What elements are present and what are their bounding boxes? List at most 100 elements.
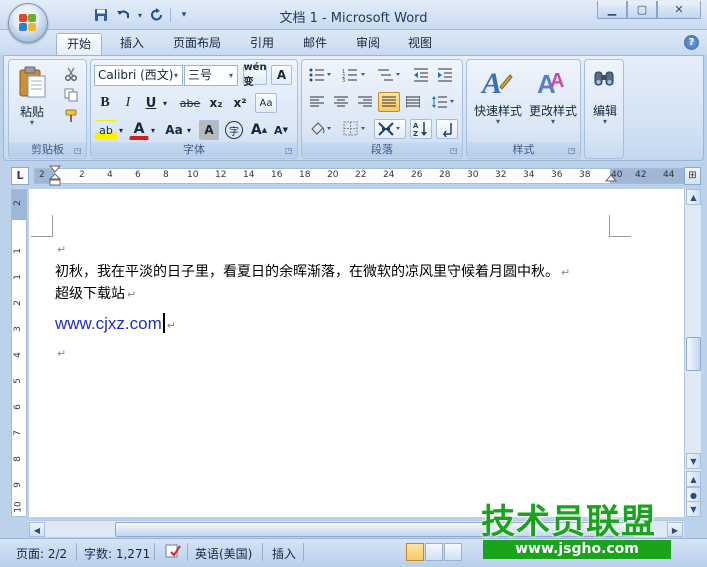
close-button[interactable]: ✕ (657, 1, 701, 19)
italic-button[interactable]: I (118, 93, 138, 113)
tab-review[interactable]: 审阅 (346, 33, 390, 55)
font-size-combo[interactable]: 三号 ▾ (184, 65, 238, 86)
tab-references[interactable]: 引用 (240, 33, 284, 55)
vertical-ruler[interactable]: 2 1 1 2 3 4 5 6 7 8 9 10 (11, 189, 27, 517)
tab-page-layout[interactable]: 页面布局 (163, 33, 231, 55)
shrink-font-button[interactable]: A ▼ (271, 120, 291, 140)
clear-formatting-button[interactable]: Aa (255, 93, 277, 113)
tab-selector-button[interactable]: L (11, 167, 29, 185)
paragraph-empty-1[interactable]: ↵ (55, 241, 66, 257)
paragraph-3[interactable]: www.cjxz.com ↵ (55, 313, 176, 334)
minimize-button[interactable]: ▁ (597, 1, 627, 19)
font-color-button[interactable]: A (129, 120, 149, 140)
paste-icon[interactable] (15, 63, 49, 101)
increase-indent-icon[interactable] (434, 65, 456, 85)
grow-font-button[interactable]: A ▲ (249, 120, 269, 140)
numbering-icon[interactable]: 123 (339, 65, 371, 85)
quick-styles-icon[interactable]: A (479, 64, 515, 100)
language-status[interactable]: 英语(美国) (195, 545, 252, 562)
vruler-number: 2 (12, 200, 23, 206)
align-right-icon[interactable] (354, 92, 376, 112)
indent-markers-icon[interactable] (49, 165, 61, 187)
bullets-icon[interactable] (306, 65, 336, 85)
print-layout-view-icon[interactable] (406, 543, 424, 561)
subscript-button[interactable]: x₂ (205, 93, 227, 113)
ruler-number: 20 (327, 170, 339, 180)
cut-icon[interactable] (61, 64, 81, 84)
watermark-url: www.jsgho.com (483, 540, 671, 559)
enclose-characters-button[interactable]: 字 (223, 120, 245, 140)
change-styles-dropdown-icon[interactable]: ▾ (525, 117, 581, 126)
paragraph-1[interactable]: 初秋，我在平淡的日子里，看夏日的余晖渐落，在微软的凉风里守候着月圆中秋。 ↵ (55, 261, 570, 281)
full-screen-reading-view-icon[interactable] (425, 543, 443, 561)
previous-page-icon[interactable]: ▲ (686, 471, 701, 487)
distributed-icon[interactable] (402, 92, 424, 112)
font-name-dropdown-icon[interactable]: ▾ (170, 66, 182, 85)
tab-insert[interactable]: 插入 (110, 33, 154, 55)
paragraph-2[interactable]: 超级下载站 ↵ (55, 283, 136, 303)
horizontal-ruler[interactable]: 2 2 4 6 8 10 12 14 16 18 20 22 24 26 28 … (34, 165, 684, 187)
paragraph-empty-2[interactable]: ↵ (55, 345, 66, 361)
chinese-layout-icon[interactable] (374, 119, 406, 139)
ruler-number: 12 (215, 170, 227, 180)
help-icon[interactable]: ? (684, 35, 699, 50)
web-layout-view-icon[interactable] (444, 543, 462, 561)
maximize-button[interactable]: ▢ (627, 1, 657, 19)
scroll-left-icon[interactable]: ◀ (29, 522, 45, 537)
show-hide-marks-icon[interactable] (436, 119, 458, 139)
tab-mailings[interactable]: 邮件 (293, 33, 337, 55)
align-left-icon[interactable] (306, 92, 328, 112)
document-page[interactable]: ↵ 初秋，我在平淡的日子里，看夏日的余晖渐落，在微软的凉风里守候着月圆中秋。 ↵ … (29, 189, 684, 517)
tab-view[interactable]: 视图 (398, 33, 442, 55)
styles-group-label: 样式 (467, 142, 580, 157)
paste-dropdown-icon[interactable]: ▾ (13, 118, 51, 127)
vertical-scrollbar[interactable]: ▲ ▼ ▲ ● ▼ (684, 189, 701, 517)
sort-icon[interactable]: AZ (410, 119, 432, 139)
change-case-dropdown-icon[interactable]: ▾ (185, 120, 193, 140)
insert-mode-status[interactable]: 插入 (272, 545, 296, 562)
vertical-scroll-thumb[interactable] (686, 337, 701, 371)
proofing-icon[interactable] (164, 542, 182, 563)
scroll-up-icon[interactable]: ▲ (686, 189, 701, 205)
tab-home[interactable]: 开始 (56, 33, 103, 55)
underline-dropdown-icon[interactable]: ▾ (161, 93, 169, 113)
scroll-down-icon[interactable]: ▼ (686, 453, 701, 469)
copy-icon[interactable] (61, 85, 81, 105)
change-case-button[interactable]: Aa (163, 120, 185, 140)
highlight-button[interactable]: ab (95, 120, 117, 140)
borders-icon[interactable] (340, 119, 370, 139)
change-styles-icon[interactable]: AA (535, 64, 571, 100)
line-spacing-icon[interactable] (428, 92, 458, 112)
decrease-indent-icon[interactable] (410, 65, 432, 85)
office-button[interactable] (8, 3, 48, 43)
character-border-button[interactable]: A (271, 65, 292, 85)
format-painter-icon[interactable] (61, 106, 81, 126)
page-count-status[interactable]: 页面: 2/2 (16, 545, 67, 562)
office-logo-icon (19, 14, 37, 32)
styles-launcher-icon[interactable]: ◳ (568, 146, 577, 155)
font-size-dropdown-icon[interactable]: ▾ (225, 66, 237, 85)
font-color-dropdown-icon[interactable]: ▾ (149, 120, 157, 140)
font-launcher-icon[interactable]: ◳ (285, 146, 294, 155)
bold-button[interactable]: B (95, 93, 115, 113)
underline-button[interactable]: U (141, 93, 161, 113)
superscript-button[interactable]: x² (229, 93, 251, 113)
quick-styles-dropdown-icon[interactable]: ▾ (470, 117, 526, 126)
word-count-status[interactable]: 字数: 1,271 (84, 545, 150, 562)
editing-dropdown-icon[interactable]: ▾ (585, 117, 625, 126)
character-shading-button[interactable]: A (199, 120, 219, 140)
shading-icon[interactable] (306, 119, 336, 139)
paragraph-launcher-icon[interactable]: ◳ (450, 146, 459, 155)
binoculars-icon[interactable] (590, 64, 618, 94)
clipboard-launcher-icon[interactable]: ◳ (74, 146, 83, 155)
phonetic-guide-button[interactable]: wén 变 (243, 62, 267, 88)
strikethrough-button[interactable]: abe (178, 93, 202, 113)
multilevel-list-icon[interactable] (374, 65, 406, 85)
align-center-icon[interactable] (330, 92, 352, 112)
ruler-number: 2 (79, 170, 85, 180)
font-name-combo[interactable]: Calibri (西文) ▾ (94, 65, 183, 86)
view-ruler-button[interactable]: ⊞ (684, 167, 701, 185)
justify-icon[interactable] (378, 92, 400, 112)
highlight-dropdown-icon[interactable]: ▾ (117, 120, 125, 140)
svg-text:A: A (550, 70, 564, 92)
